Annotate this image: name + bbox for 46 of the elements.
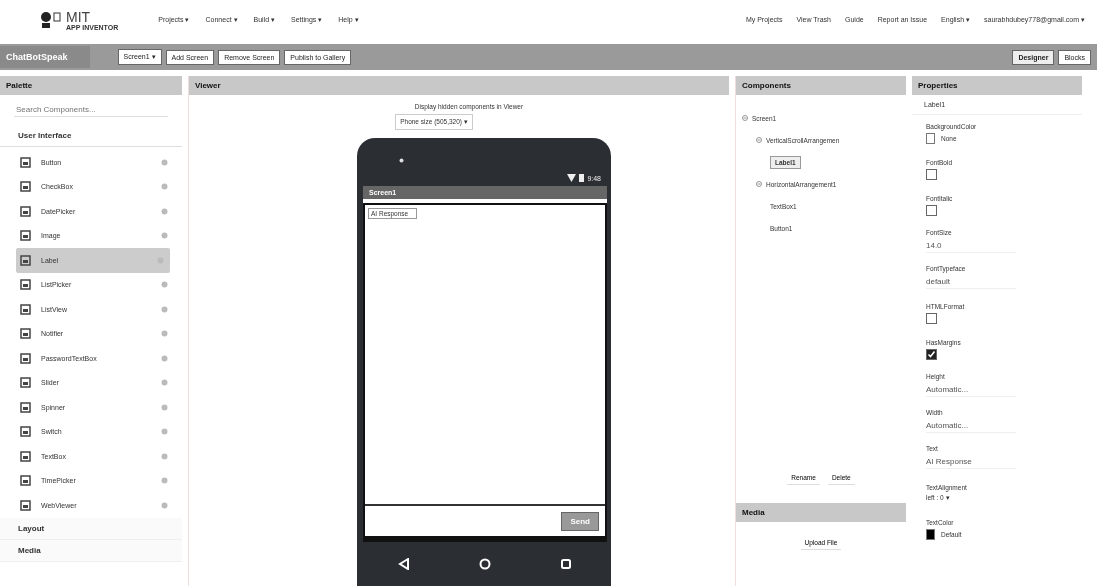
component-icon: [20, 450, 31, 462]
logo-title: MIT: [66, 9, 92, 24]
component-icon: [20, 303, 31, 315]
property-field[interactable]: Automatic...: [926, 383, 1016, 397]
color-swatch[interactable]: [926, 132, 935, 144]
component-icon: [20, 181, 31, 193]
component-icon: [20, 156, 31, 168]
property-field[interactable]: Automatic...: [926, 419, 1016, 433]
section-header[interactable]: Layout: [0, 517, 182, 540]
component-icon: [20, 377, 31, 389]
component-icon: [20, 352, 31, 364]
wifi-icon: [567, 174, 577, 182]
property-field[interactable]: default: [926, 275, 1016, 289]
component-icon: [20, 499, 31, 511]
collapse-icon[interactable]: [756, 137, 762, 143]
component-icon: [20, 254, 31, 266]
section-header[interactable]: Media: [0, 539, 182, 562]
property-field[interactable]: AI Response: [926, 455, 1016, 469]
component-icon: [20, 401, 31, 413]
project-name: ChatBotSpeak: [0, 46, 90, 68]
recents-icon[interactable]: [560, 558, 573, 570]
camera-icon: [399, 158, 404, 163]
panel-header: Palette: [0, 76, 182, 95]
section-header[interactable]: User Interface: [0, 125, 182, 147]
checkbox[interactable]: [926, 204, 937, 216]
panel-header: Properties: [912, 76, 1082, 95]
property-field[interactable]: 14.0: [926, 239, 1016, 253]
component-icon: [20, 230, 31, 242]
panel-header: Viewer: [189, 76, 729, 95]
collapse-icon[interactable]: [742, 115, 748, 121]
component-icon: [20, 328, 31, 340]
checkbox[interactable]: [926, 348, 937, 360]
component-icon: [20, 475, 31, 487]
logo-icon: [40, 11, 62, 29]
home-icon[interactable]: [479, 558, 491, 570]
checkbox[interactable]: [926, 168, 937, 180]
battery-icon: [579, 174, 585, 182]
panel-header: Media: [736, 503, 906, 522]
component-icon: [20, 205, 31, 217]
component-icon: [20, 426, 31, 438]
collapse-icon[interactable]: [756, 181, 762, 187]
color-swatch[interactable]: [926, 528, 935, 540]
component-icon: [20, 279, 31, 291]
checkbox[interactable]: [926, 312, 937, 324]
back-icon[interactable]: [397, 558, 410, 570]
panel-header: Components: [736, 76, 906, 95]
